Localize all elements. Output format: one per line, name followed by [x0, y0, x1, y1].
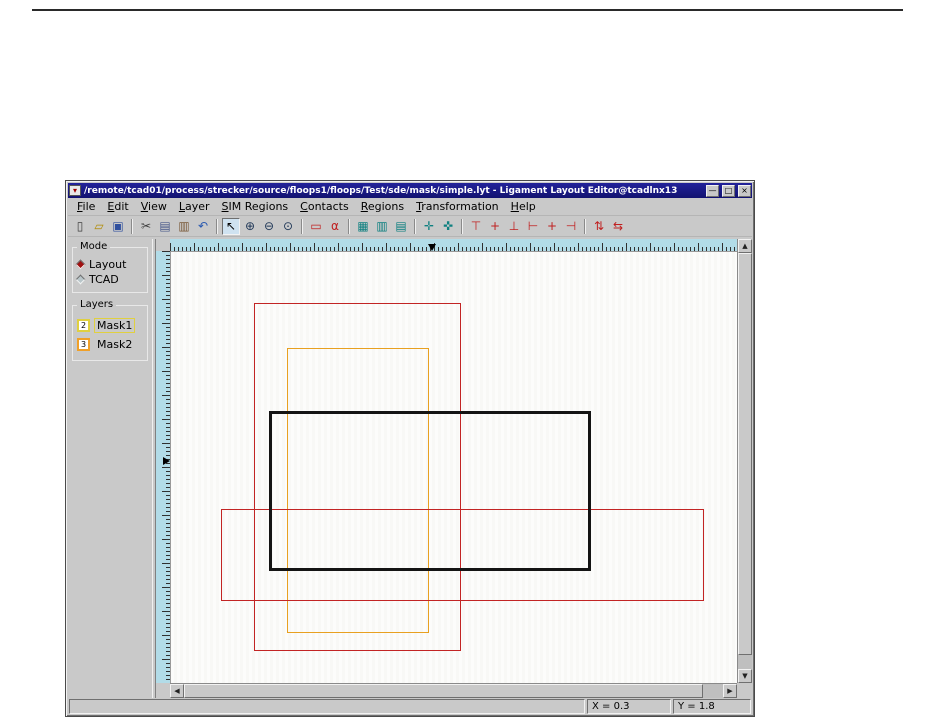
- menu-file[interactable]: File: [72, 199, 100, 214]
- ruler-horizontal: [170, 239, 737, 251]
- open-file-icon[interactable]: ▱: [90, 218, 108, 235]
- draw-polygon-icon[interactable]: α: [326, 218, 344, 235]
- layer-item-mask1[interactable]: 2 Mask1: [77, 318, 143, 333]
- layers-panel: Layers 2 Mask1 3 Mask2: [72, 299, 148, 361]
- mode-panel-title: Mode: [77, 241, 111, 252]
- toolbar-separator: [348, 218, 350, 234]
- zoom-region-icon[interactable]: ⊙: [279, 218, 297, 235]
- flip-vertical-icon[interactable]: ⇅: [590, 218, 608, 235]
- toolbar-separator: [461, 218, 463, 234]
- layers-list: 2 Mask1 3 Mask2: [76, 318, 144, 352]
- vertical-scroll-thumb[interactable]: [738, 253, 752, 655]
- mode-panel: Mode Layout TCAD: [72, 241, 148, 293]
- scrollbar-corner-left: [156, 683, 170, 698]
- toolbar-separator: [131, 218, 133, 234]
- page-rule: [32, 9, 903, 11]
- align-left-icon[interactable]: ⊢: [524, 218, 542, 235]
- copy-icon[interactable]: ▤: [156, 218, 174, 235]
- layer-color-box: 3: [77, 338, 90, 351]
- center-vertical-icon[interactable]: +: [543, 218, 561, 235]
- scrollbar-corner-right: [737, 683, 752, 698]
- menu-transformation[interactable]: Transformation: [411, 199, 504, 214]
- scroll-right-icon[interactable]: ▶: [723, 684, 737, 698]
- status-bar: X = 0.3 Y = 1.8: [68, 698, 752, 714]
- align-top-icon[interactable]: ⊤: [467, 218, 485, 235]
- status-x-field: X = 0.3: [587, 699, 671, 714]
- ruler-marker-y: [163, 457, 170, 465]
- toolbar: ▯ ▱ ▣ ✂ ▤ ▥ ↶ ↖ ⊕ ⊖ ⊙ ▭ α ▦ ▥ ▤ ✛ ✜ ⊤ + ⊥ ⊢ + ⊣ ⇅ ⇆: [68, 216, 752, 237]
- mode-option-layout[interactable]: Layout: [75, 258, 143, 271]
- mode-option-label: TCAD: [89, 273, 119, 286]
- horizontal-scroll-thumb[interactable]: [184, 684, 703, 698]
- toolbar-separator: [414, 218, 416, 234]
- scroll-up-icon[interactable]: ▲: [738, 239, 752, 253]
- distribute-vertical-icon[interactable]: ✜: [439, 218, 457, 235]
- toolbar-separator: [216, 218, 218, 234]
- layers-panel-title: Layers: [77, 299, 117, 310]
- distribute-horizontal-icon[interactable]: ✛: [420, 218, 438, 235]
- menu-regions[interactable]: Regions: [356, 199, 409, 214]
- align-right-icon[interactable]: ⊣: [562, 218, 580, 235]
- save-file-icon[interactable]: ▣: [109, 218, 127, 235]
- toolbar-separator: [301, 218, 303, 234]
- left-panel: Mode Layout TCAD Layers 2 Mask1 3 Mask2: [68, 239, 152, 698]
- ruler-marker-x: [428, 244, 436, 251]
- main-area: Mode Layout TCAD Layers 2 Mask1 3 Mask2: [68, 237, 752, 698]
- undo-icon[interactable]: ↶: [194, 218, 212, 235]
- status-y-field: Y = 1.8: [673, 699, 751, 714]
- status-message-field: [69, 699, 585, 714]
- horizontal-scrollbar[interactable]: ◀ ▶: [170, 683, 737, 698]
- layer-label: Mask2: [97, 338, 133, 351]
- align-bottom-icon[interactable]: ⊥: [505, 218, 523, 235]
- radio-diamond-icon: [75, 274, 86, 285]
- layer-color-box: 2: [77, 319, 90, 332]
- mode-option-label: Layout: [89, 258, 127, 271]
- ruler-vertical: [156, 251, 170, 683]
- layer-item-mask2[interactable]: 3 Mask2: [77, 337, 143, 352]
- zoom-out-icon[interactable]: ⊖: [260, 218, 278, 235]
- paste-icon[interactable]: ▥: [175, 218, 193, 235]
- radio-diamond-icon: [75, 259, 86, 270]
- align-grid-icon[interactable]: ▦: [354, 218, 372, 235]
- refine-tool-icon[interactable]: ▤: [392, 218, 410, 235]
- close-button[interactable]: ×: [738, 184, 751, 197]
- new-file-icon[interactable]: ▯: [71, 218, 89, 235]
- maximize-button[interactable]: □: [722, 184, 735, 197]
- menu-view[interactable]: View: [136, 199, 172, 214]
- menu-layer[interactable]: Layer: [174, 199, 215, 214]
- scroll-down-icon[interactable]: ▼: [738, 669, 752, 683]
- layer-label: Mask1: [94, 318, 136, 333]
- menu-bar: File Edit View Layer SIM Regions Contacts Regi…: [68, 198, 752, 216]
- menu-contacts[interactable]: Contacts: [295, 199, 354, 214]
- minimize-button[interactable]: —: [706, 184, 719, 197]
- menu-sim-regions[interactable]: SIM Regions: [217, 199, 294, 214]
- draw-rectangle-icon[interactable]: ▭: [307, 218, 325, 235]
- vertical-scrollbar[interactable]: ▲ ▼: [737, 239, 752, 683]
- select-pointer-icon[interactable]: ↖: [222, 217, 240, 235]
- title-bar[interactable]: ▾ /remote/tcad01/process/strecker/source…: [68, 183, 752, 198]
- document-page: ▾ /remote/tcad01/process/strecker/source…: [0, 0, 936, 728]
- mask-rect-black[interactable]: [269, 411, 591, 571]
- mode-option-tcad[interactable]: TCAD: [75, 273, 143, 286]
- menu-edit[interactable]: Edit: [102, 199, 133, 214]
- flip-horizontal-icon[interactable]: ⇆: [609, 218, 627, 235]
- toolbar-separator: [584, 218, 586, 234]
- app-window: ▾ /remote/tcad01/process/strecker/source…: [65, 180, 755, 717]
- window-icon[interactable]: ▾: [69, 185, 81, 196]
- work-area: ▲ ▼ ◀ ▶: [156, 239, 752, 698]
- menu-help[interactable]: Help: [506, 199, 541, 214]
- cut-icon[interactable]: ✂: [137, 218, 155, 235]
- zoom-in-icon[interactable]: ⊕: [241, 218, 259, 235]
- window-title: /remote/tcad01/process/strecker/source/f…: [84, 185, 678, 196]
- center-horizontal-icon[interactable]: +: [486, 218, 504, 235]
- canvas[interactable]: [170, 251, 737, 683]
- ruler-corner: [156, 239, 170, 251]
- scroll-left-icon[interactable]: ◀: [170, 684, 184, 698]
- mesh-tool-icon[interactable]: ▥: [373, 218, 391, 235]
